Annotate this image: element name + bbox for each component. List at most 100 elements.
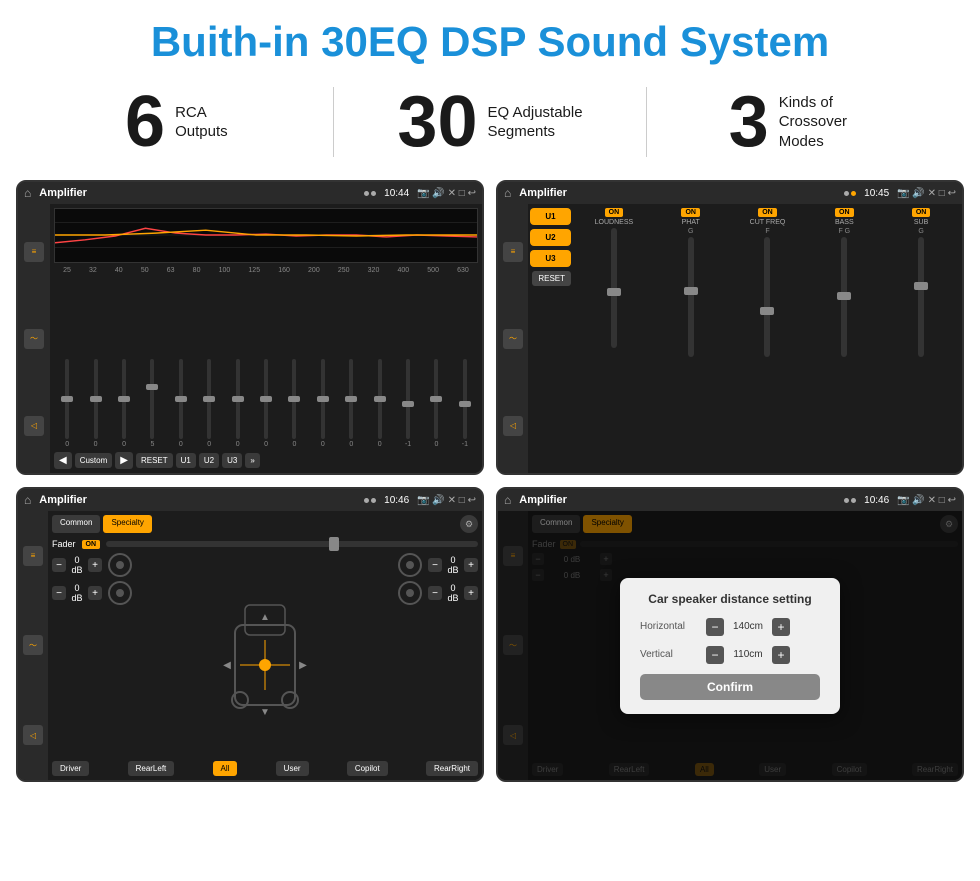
- db-control-3: − 0 dB +: [398, 553, 478, 577]
- on-badge-bass[interactable]: ON: [835, 208, 854, 217]
- sub-slider[interactable]: [918, 237, 924, 357]
- dialog-control-vertical: − 110cm +: [706, 646, 820, 664]
- preset-u3[interactable]: U3: [530, 250, 571, 267]
- channel-label-phat: PHAT: [682, 219, 700, 226]
- dialog-plus-vertical[interactable]: +: [772, 646, 790, 664]
- stat-rca: 6 RCAOutputs: [40, 86, 313, 158]
- fader-body: − 0 dB + − 0 dB +: [52, 553, 478, 757]
- slider-5: 0: [196, 359, 222, 448]
- stats-row: 6 RCAOutputs 30 EQ AdjustableSegments 3 …: [0, 76, 980, 172]
- fader-track[interactable]: [106, 541, 478, 547]
- status-title-2: Amplifier: [519, 187, 840, 199]
- car-diagram: ▲ ▼ ◀ ▶: [140, 553, 390, 757]
- reset-btn[interactable]: RESET: [136, 453, 173, 468]
- phat-slider[interactable]: [688, 237, 694, 357]
- svg-text:▶: ▶: [299, 660, 307, 671]
- dialog-control-horizontal: − 140cm +: [706, 618, 820, 636]
- home-icon-1: ⌂: [24, 186, 31, 200]
- db-plus-1[interactable]: +: [88, 558, 102, 572]
- on-badge-sub[interactable]: ON: [912, 208, 931, 217]
- status-icons-2: 📷 🔊 ✕ □ ↩: [897, 188, 956, 199]
- status-icons-3: 📷 🔊 ✕ □ ↩: [417, 495, 476, 506]
- dialog-title: Car speaker distance setting: [640, 592, 820, 606]
- btn-all[interactable]: All: [213, 761, 238, 776]
- fader-left: − 0 dB + − 0 dB +: [52, 553, 132, 757]
- wave-icon-2[interactable]: 〜: [503, 329, 523, 349]
- slider-1: 0: [82, 359, 108, 448]
- slider-4: 0: [168, 359, 194, 448]
- wave-icon-3[interactable]: 〜: [23, 635, 43, 655]
- status-dots-3: [364, 498, 376, 503]
- status-bar-3: ⌂ Amplifier 10:46 📷 🔊 ✕ □ ↩: [18, 489, 482, 511]
- channel-cutfreq: ON CUT FREQ F: [731, 208, 805, 469]
- fader-side: ≡ 〜 ◁: [18, 511, 48, 780]
- prev-btn[interactable]: ◀: [54, 452, 72, 469]
- on-badge-phat[interactable]: ON: [681, 208, 700, 217]
- custom-btn[interactable]: Custom: [75, 453, 113, 468]
- dialog-plus-horizontal[interactable]: +: [772, 618, 790, 636]
- db-plus-2[interactable]: +: [88, 586, 102, 600]
- home-icon-2: ⌂: [504, 186, 511, 200]
- btn-user[interactable]: User: [276, 761, 309, 776]
- stat-divider-1: [333, 87, 334, 157]
- btn-rearleft[interactable]: RearLeft: [128, 761, 175, 776]
- reset-btn-2[interactable]: RESET: [532, 271, 571, 286]
- settings-icon-3[interactable]: ⚙: [460, 515, 478, 533]
- fader-on-badge[interactable]: ON: [82, 540, 101, 549]
- db-plus-3[interactable]: +: [464, 558, 478, 572]
- channel-label-sub: SUB: [914, 219, 928, 226]
- svg-text:◀: ◀: [223, 660, 231, 671]
- u3-btn[interactable]: U3: [222, 453, 242, 468]
- dot2: [371, 191, 376, 196]
- db-minus-3[interactable]: −: [428, 558, 442, 572]
- preset-u2[interactable]: U2: [530, 229, 571, 246]
- eq-icon[interactable]: ≡: [24, 242, 44, 262]
- db-control-4: − 0 dB +: [398, 581, 478, 605]
- status-dots-2: [844, 191, 856, 196]
- btn-copilot[interactable]: Copilot: [347, 761, 388, 776]
- amp-presets: U1 U2 U3 RESET: [528, 204, 573, 473]
- btn-rearright[interactable]: RearRight: [426, 761, 478, 776]
- dialog-minus-horizontal[interactable]: −: [706, 618, 724, 636]
- db-plus-4[interactable]: +: [464, 586, 478, 600]
- db-value-3: 0 dB: [445, 555, 461, 575]
- speaker-icon-2[interactable]: ◁: [503, 416, 523, 436]
- db-minus-2[interactable]: −: [52, 586, 66, 600]
- speaker-icon[interactable]: ◁: [24, 416, 44, 436]
- preset-u1[interactable]: U1: [530, 208, 571, 225]
- status-title-3: Amplifier: [39, 494, 360, 506]
- on-badge-cutfreq[interactable]: ON: [758, 208, 777, 217]
- amp-side: ≡ 〜 ◁: [498, 204, 528, 473]
- eq-icon-3[interactable]: ≡: [23, 546, 43, 566]
- screen-amp: ⌂ Amplifier 10:45 📷 🔊 ✕ □ ↩ ≡ 〜 ◁ U1 U2 …: [496, 180, 964, 475]
- next-btn[interactable]: ▶: [115, 452, 133, 469]
- more-btn[interactable]: »: [245, 453, 259, 468]
- confirm-button[interactable]: Confirm: [640, 674, 820, 700]
- eq-graph: [54, 208, 478, 263]
- db-minus-1[interactable]: −: [52, 558, 66, 572]
- dialog-row-vertical: Vertical − 110cm +: [640, 646, 820, 664]
- fader-bottom-btns: Driver RearLeft All User Copilot RearRig…: [52, 761, 478, 776]
- eq-icon-2[interactable]: ≡: [503, 242, 523, 262]
- dialog-minus-vertical[interactable]: −: [706, 646, 724, 664]
- cutfreq-slider[interactable]: [764, 237, 770, 357]
- screen1-body: ≡ 〜 ◁ 2532 4050 6380: [18, 204, 482, 473]
- on-badge-loudness[interactable]: ON: [605, 208, 624, 217]
- wave-icon[interactable]: 〜: [24, 329, 44, 349]
- fader-label: Fader: [52, 539, 76, 549]
- u2-btn[interactable]: U2: [199, 453, 219, 468]
- stat-label-crossover: Kinds ofCrossover Modes: [779, 93, 879, 152]
- stat-number-rca: 6: [125, 86, 165, 158]
- status-dots-1: [364, 191, 376, 196]
- eq-sliders: 0 0 0 5 0 0 0 0 0 0 0 0 -1 0 -1: [54, 276, 478, 448]
- db-minus-4[interactable]: −: [428, 586, 442, 600]
- loudness-slider[interactable]: [611, 228, 617, 348]
- side-panel-1: ≡ 〜 ◁: [18, 204, 50, 473]
- speaker-icon-3[interactable]: ◁: [23, 725, 43, 745]
- tab-common[interactable]: Common: [52, 515, 100, 533]
- btn-driver[interactable]: Driver: [52, 761, 89, 776]
- tab-specialty[interactable]: Specialty: [103, 515, 151, 533]
- u1-btn[interactable]: U1: [176, 453, 196, 468]
- dot3: [844, 191, 849, 196]
- bass-slider[interactable]: [841, 237, 847, 357]
